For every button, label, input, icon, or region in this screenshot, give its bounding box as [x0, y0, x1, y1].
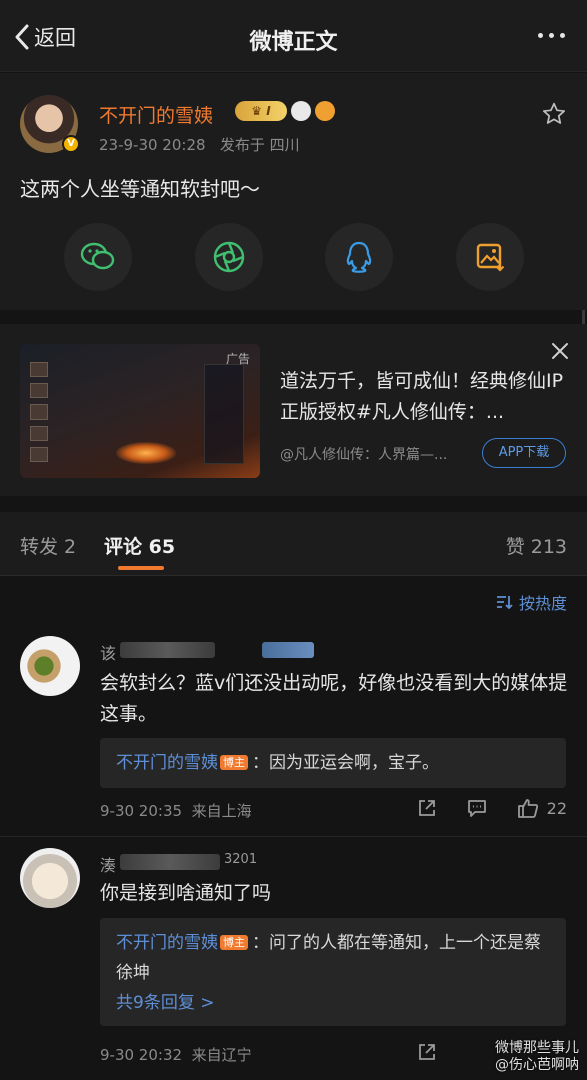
page-title: 微博正文: [249, 30, 338, 55]
watermark: 微博那些事儿 @伤心芭啊呐: [419, 1040, 579, 1074]
comment-meta: 9-30 20:32 来自辽宁: [100, 1044, 252, 1065]
app-download-button[interactable]: APP下载: [482, 438, 566, 468]
post-text: 这两个人坐等通知软封吧～: [20, 177, 260, 201]
campfire-image: [116, 442, 176, 464]
post-location: 发布于 四川: [219, 136, 300, 154]
thumbs-up-icon: [517, 799, 538, 818]
commenter-name[interactable]: 该: [100, 640, 116, 664]
blurred-badge: [262, 642, 314, 658]
commenter-name-suffix: 3201: [224, 852, 258, 867]
active-tab-indicator: [118, 566, 164, 570]
commenter-avatar[interactable]: [20, 848, 80, 908]
share-row: [64, 223, 524, 291]
view-more-replies-link[interactable]: 共9条回复 >: [116, 993, 214, 1013]
ad-game-sidebar: [30, 362, 50, 463]
blurred-username: [120, 642, 215, 658]
ad-game-panel: [204, 364, 244, 464]
sort-by-hot-button[interactable]: 按热度: [495, 590, 567, 614]
blurred-username: [120, 854, 220, 870]
member-level-badge[interactable]: ♛ I: [235, 101, 287, 121]
comment-actions: 22: [417, 798, 567, 818]
ad-thumbnail[interactable]: 广告: [20, 344, 260, 478]
sort-label: 按热度: [518, 594, 567, 613]
comment-meta: 9-30 20:35 来自上海: [100, 800, 252, 821]
nav-bar: 返回 微博正文: [0, 0, 587, 72]
reply-author[interactable]: 不开门的雪姨: [116, 753, 218, 773]
more-options-button[interactable]: [531, 20, 571, 50]
reply-box[interactable]: 不开门的雪姨 博主 ：问了的人都在等通知，上一个还是蔡徐坤 共9条回复 >: [100, 918, 566, 1026]
reply-author[interactable]: 不开门的雪姨: [116, 933, 218, 953]
share-wechat-button[interactable]: [64, 223, 132, 291]
comment-text: 你是接到啥通知了吗: [100, 882, 272, 904]
watermark-line1: 微博那些事儿: [495, 1040, 579, 1056]
comment-from: 来自上海: [191, 802, 252, 820]
favorite-star-icon[interactable]: [541, 101, 567, 127]
panda-badge-icon[interactable]: [291, 101, 311, 121]
comment-time: 9-30 20:35: [100, 802, 183, 820]
host-badge: 博主: [220, 755, 248, 770]
ad-tag: 广告: [225, 352, 250, 366]
share-icon: [418, 800, 435, 816]
fan-badge-icon[interactable]: [315, 101, 335, 121]
like-comment-button[interactable]: 22: [517, 798, 567, 818]
tab-repost[interactable]: 转发 2: [20, 532, 76, 559]
verified-badge-icon: V: [62, 135, 80, 153]
post-card: V 不开门的雪姨 ♛ I 23-9-30 20:28 发布于 四川 这两个人坐等…: [0, 73, 587, 310]
wechat-icon: [80, 242, 115, 270]
share-qq-button[interactable]: [325, 223, 394, 291]
save-image-button[interactable]: [455, 223, 524, 291]
moments-icon: [213, 241, 244, 273]
crown-icon: ♛: [251, 104, 267, 118]
comment-text: 会软封么？蓝v们还没出动呢，好像也没看到大的媒体提这事。: [100, 672, 568, 725]
tab-comments[interactable]: 评论 65: [104, 532, 175, 559]
commenter-avatar[interactable]: [20, 636, 80, 696]
dot-icon: [548, 32, 554, 38]
author-badges: ♛ I: [235, 101, 335, 121]
host-badge: 博主: [220, 935, 248, 950]
comment-icon: [467, 800, 486, 817]
share-moments-button[interactable]: [194, 223, 263, 291]
author-name[interactable]: 不开门的雪姨: [99, 101, 213, 128]
comment-time: 9-30 20:32: [100, 1046, 183, 1064]
ad-card[interactable]: 广告 道法万千，皆可成仙！经典修仙IP正版授权#凡人修仙传：... @凡人修仙传…: [0, 324, 587, 496]
tab-likes[interactable]: 赞 213: [506, 532, 567, 559]
close-icon[interactable]: [551, 342, 569, 360]
ad-text[interactable]: 道法万千，皆可成仙！经典修仙IP正版授权#凡人修仙传：...: [280, 366, 570, 428]
post-meta: 23-9-30 20:28 发布于 四川: [99, 134, 300, 155]
share-comment-button[interactable]: [417, 798, 437, 818]
ad-source: @凡人修仙传：人界篇—...: [280, 447, 448, 463]
like-count: 22: [546, 798, 567, 818]
post-time: 23-9-30 20:28: [99, 136, 206, 154]
dot-icon: [559, 32, 565, 38]
reply-comment-button[interactable]: [467, 798, 487, 818]
comment-from: 来自辽宁: [191, 1046, 252, 1064]
reply-box[interactable]: 不开门的雪姨 博主 ：因为亚运会啊，宝子。: [100, 738, 566, 788]
qq-icon: [347, 241, 372, 273]
dot-icon: [537, 32, 543, 38]
commenter-name[interactable]: 湊: [100, 852, 116, 876]
member-level: I: [266, 104, 271, 118]
save-image-icon: [476, 243, 505, 272]
watermark-line2: @伤心芭啊呐: [495, 1057, 579, 1073]
divider: [0, 836, 587, 837]
reply-text: ：因为亚运会啊，宝子。: [252, 753, 439, 773]
comment-tabs: 转发 2 评论 65 赞 213: [0, 512, 587, 576]
sort-icon: [496, 596, 513, 610]
